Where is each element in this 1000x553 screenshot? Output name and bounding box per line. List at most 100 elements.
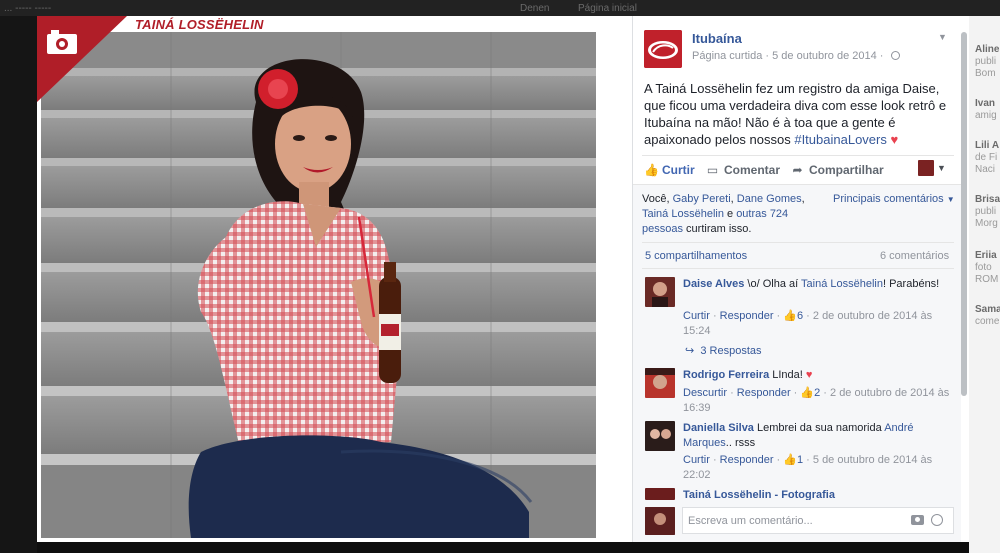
comment-avatar[interactable] [645, 488, 675, 500]
like-button[interactable]: 👍 Curtir [644, 163, 695, 177]
background-top-text: Página inicial [578, 3, 637, 14]
view-replies-link[interactable]: ↪ 3 Respostas [685, 344, 762, 357]
comment: Daniella Silva Lembrei da sua namorida A… [683, 421, 953, 451]
ticker-name: Lili A [975, 140, 1000, 151]
comment-avatar[interactable] [645, 277, 675, 307]
camera-icon[interactable] [911, 515, 924, 525]
comment-meta: Descurtir · Responder · 👍2 · 2 de outubr… [683, 387, 950, 414]
itubaina-logo-icon [644, 30, 682, 68]
comment-like-count[interactable]: 1 [797, 454, 803, 466]
ticker-line: ROM [975, 274, 999, 285]
comment-author-link[interactable]: Rodrigo Ferreira [683, 369, 769, 381]
comment-avatar[interactable] [645, 368, 675, 398]
comment-label: Comentar [724, 163, 781, 177]
comment-like-count[interactable]: 6 [797, 310, 803, 322]
comment-meta: Curtir · Responder · 👍6 · 2 de outubro d… [683, 310, 933, 337]
comment-text: ! Parabéns! [882, 278, 940, 290]
comment-meta: Curtir · Responder · 👍1 · 5 de outubro d… [683, 454, 933, 481]
comment-unlike-link[interactable]: Descurtir [683, 387, 727, 399]
comment-avatar[interactable] [645, 421, 675, 451]
share-label: Compartilhar [809, 163, 884, 177]
background-top-text: Denen [520, 3, 550, 14]
post-text: A Tainá Lossëhelin fez um registro da am… [644, 80, 954, 148]
globe-icon [890, 51, 900, 60]
ticker-line: Bom [975, 68, 996, 79]
ticker-line: foto [975, 262, 992, 273]
ticker-line: come [975, 316, 1000, 327]
comment-like-count[interactable]: 2 [814, 387, 820, 399]
comment: Daise Alves \o/ Olha aí Tainá Lossëhelin… [683, 277, 953, 292]
photo-stage[interactable]: TAINÁ LOSSËHELIN [37, 16, 632, 542]
liker-link[interactable]: Tainá Lossëhelin [642, 208, 724, 220]
replies-label: 3 Respostas [700, 345, 762, 357]
chevron-down-icon[interactable]: ▼ [937, 163, 946, 173]
like-thumb-icon: 👍 [783, 454, 797, 466]
likes-suffix: curtiram isso. [682, 223, 752, 235]
likes-prefix: Você, [642, 193, 673, 205]
comment-bubble-icon: ▭ [706, 163, 719, 177]
comment-text: \o/ Olha aí [747, 278, 802, 290]
viewer-avatar[interactable] [645, 507, 675, 535]
emoji-icon[interactable] [931, 514, 943, 526]
comment-button[interactable]: ▭ Comentar [706, 163, 780, 177]
avatar-photo [645, 507, 675, 535]
ticker-line: de Fi [975, 152, 998, 163]
photo-illustration [41, 32, 596, 538]
background-top-bar: ... ----- ----- Denen Página inicial [0, 0, 1000, 16]
comment: Rodrigo Ferreira LInda! ♥ [683, 368, 953, 383]
ticker-line: publi [975, 56, 997, 67]
liker-link[interactable]: Gaby Pereti [673, 193, 731, 205]
heart-icon: ♥ [890, 132, 899, 147]
sort-label: Principais comentários [833, 193, 944, 205]
like-thumb-icon: 👍 [800, 387, 815, 399]
panel-scrollbar[interactable] [961, 32, 967, 396]
share-button[interactable]: ➦ Compartilhar [791, 163, 884, 177]
ticker-name: Aline [975, 44, 1000, 55]
watermark-corner [37, 16, 127, 102]
divider [642, 242, 954, 243]
share-arrow-icon: ➦ [792, 163, 803, 177]
ticker-line: publi [975, 206, 997, 217]
sort-comments-dropdown[interactable]: Principais comentários ▼ [833, 193, 955, 205]
comment-reply-link[interactable]: Responder [720, 454, 774, 466]
like-thumb-icon: 👍 [644, 163, 659, 177]
comments-count: 6 comentários [880, 250, 950, 262]
like-label: Curtir [662, 163, 695, 177]
ticker-line: Naci [975, 164, 996, 175]
watermark-text: TAINÁ LOSSËHELIN [135, 17, 264, 32]
post-date-link[interactable]: 5 de outubro de 2014 [772, 50, 877, 62]
comment-like-link[interactable]: Curtir [683, 454, 710, 466]
post-as-avatar[interactable] [918, 160, 934, 176]
page-avatar[interactable] [644, 30, 682, 68]
heart-icon: ♥ [805, 369, 813, 381]
like-thumb-icon: 👍 [783, 310, 797, 322]
comment-author-link[interactable]: Daniella Silva [683, 422, 754, 434]
avatar-photo [645, 421, 675, 451]
post-photo[interactable] [41, 32, 596, 538]
avatar-photo [645, 488, 675, 500]
comment-text: LInda! [772, 369, 803, 381]
comment-reply-link[interactable]: Responder [737, 387, 791, 399]
hashtag-link[interactable]: #ItubainaLovers [794, 132, 887, 147]
chevron-down-icon[interactable]: ▼ [938, 32, 947, 42]
mention-link[interactable]: Tainá Lossëhelin [801, 278, 883, 290]
background-ticker: Aline publi Bom Ivan amig Lili Ade Fi Naci B… [969, 16, 1000, 553]
chevron-down-icon: ▼ [946, 195, 955, 204]
ticker-line: Morg [975, 218, 998, 229]
liker-link[interactable]: Dane Gomes [737, 193, 802, 205]
avatar-photo [645, 277, 675, 307]
post-meta: Página curtida · 5 de outubro de 2014 · [692, 50, 900, 62]
shares-count-link[interactable]: 5 compartilhamentos [645, 250, 747, 262]
ticker-name: Brisa [975, 194, 1000, 205]
comment-like-link[interactable]: Curtir [683, 310, 710, 322]
comment-author-link[interactable]: Daise Alves [683, 278, 744, 290]
comment-text: Lembrei da sua namorida [757, 422, 885, 434]
divider [642, 268, 954, 269]
comment-reply-link[interactable]: Responder [720, 310, 774, 322]
background-left-dim [0, 16, 37, 553]
likes-summary: Você, Gaby Pereti, Dane Gomes, Tainá Los… [642, 193, 805, 235]
reply-arrow-icon: ↪ [685, 345, 695, 357]
comment-text: .. rsss [725, 437, 756, 449]
divider [642, 155, 954, 156]
page-name-link[interactable]: Itubaína [692, 31, 742, 46]
